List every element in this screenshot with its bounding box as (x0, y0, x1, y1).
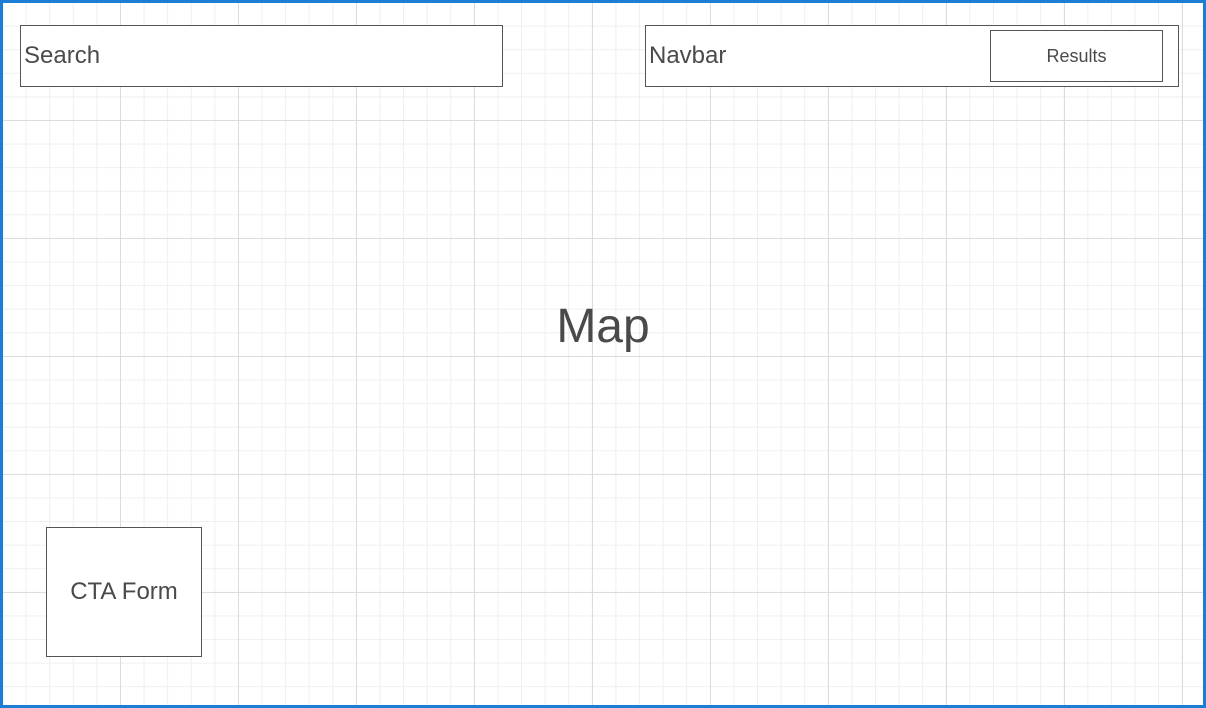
wireframe-canvas: Search Navbar Results Map CTA Form (0, 0, 1206, 708)
search-label: Search (24, 42, 101, 69)
search-box[interactable]: Search (20, 25, 503, 87)
navbar-box: Navbar Results (645, 25, 1179, 87)
navbar-label: Navbar (649, 42, 727, 69)
results-button[interactable]: Results (990, 30, 1163, 82)
map-label: Map (556, 300, 650, 353)
cta-form-box[interactable]: CTA Form (46, 527, 202, 657)
